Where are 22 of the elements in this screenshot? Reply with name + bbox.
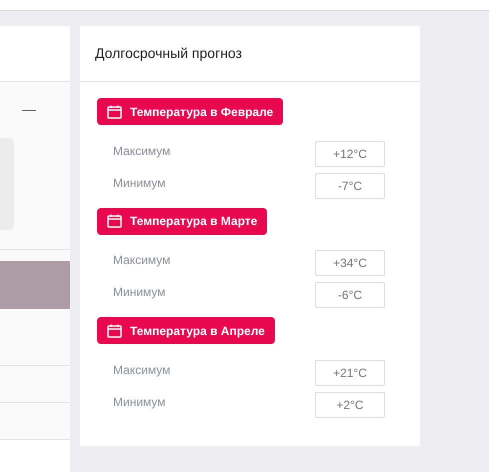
- calendar-icon: [107, 104, 122, 118]
- badge-title: Температура в Феврале: [130, 104, 274, 120]
- badge-title: Температура в Марте: [130, 213, 258, 230]
- collapse-mark[interactable]: —: [22, 102, 36, 116]
- card-title: Долгосрочный прогноз: [95, 44, 242, 63]
- panel-row: [0, 309, 70, 366]
- value-field: +21°C: [315, 360, 385, 386]
- calendar-icon: [107, 214, 122, 228]
- value-field: +34°C: [315, 250, 385, 276]
- value-field: +2°C: [315, 392, 385, 418]
- value-field: -7°C: [315, 172, 385, 198]
- row-label: Минимум: [113, 174, 166, 192]
- row-label: Максимум: [113, 142, 170, 160]
- row-label: Минимум: [113, 394, 166, 410]
- row-label: Максимум: [113, 252, 170, 269]
- row-label: Максимум: [113, 362, 170, 378]
- value-field: +12°C: [315, 140, 385, 166]
- badge-title: Температура в Апреле: [130, 322, 265, 340]
- row-label: Минимум: [113, 284, 166, 301]
- calendar-icon: [107, 324, 122, 338]
- value-field: -6°C: [315, 282, 385, 308]
- highlight-bar: [0, 261, 70, 309]
